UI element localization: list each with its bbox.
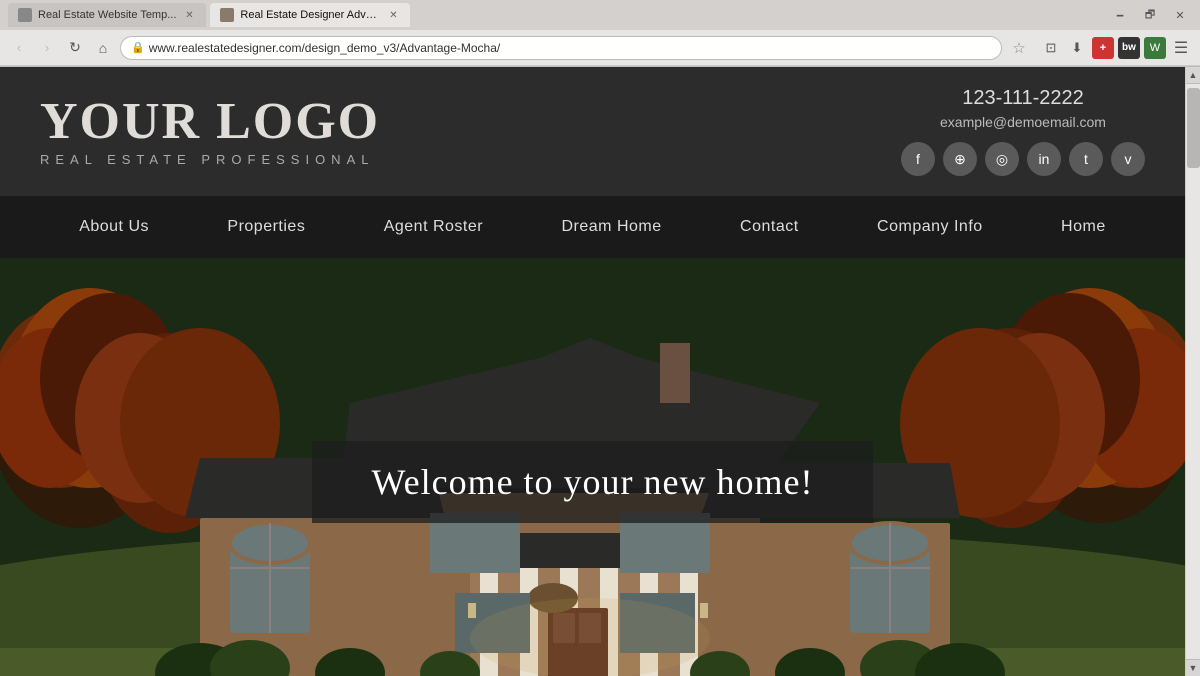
site-header: YOUR LOGO REAL ESTATE PROFESSIONAL 123-1… (0, 67, 1185, 196)
refresh-button[interactable]: ↻ (64, 37, 86, 59)
screen-icon[interactable]: ⊡ (1040, 37, 1062, 59)
nav-item-contact[interactable]: Contact (724, 210, 815, 244)
facebook-icon[interactable]: f (901, 142, 935, 176)
instagram-icon[interactable]: ◎ (985, 142, 1019, 176)
home-button[interactable]: ⌂ (92, 37, 114, 59)
scroll-down-arrow[interactable]: ▼ (1186, 659, 1200, 676)
menu-button[interactable]: ☰ (1170, 37, 1192, 59)
tab-1[interactable]: Real Estate Website Temp... ✕ (8, 3, 206, 27)
nav-item-properties[interactable]: Properties (211, 210, 321, 244)
scrollbar[interactable]: ▲ ▼ (1185, 67, 1200, 676)
nav-item-about[interactable]: About Us (63, 210, 165, 244)
tab-2[interactable]: Real Estate Designer Adva... ✕ (210, 3, 410, 27)
bw-icon[interactable]: bw (1118, 37, 1140, 59)
phone-number: 123-111-2222 (901, 87, 1145, 110)
page-container: ▲ ▼ YOUR LOGO REAL ESTATE PROFESSIONAL 1… (0, 67, 1200, 676)
nav-items: About Us Properties Agent Roster Dream H… (40, 210, 1145, 244)
back-button[interactable]: ‹ (8, 37, 30, 59)
nav-item-home[interactable]: Home (1045, 210, 1122, 244)
email-address: example@demoemail.com (901, 114, 1145, 130)
scroll-up-arrow[interactable]: ▲ (1186, 67, 1200, 84)
tab-2-label: Real Estate Designer Adva... (240, 9, 380, 21)
close-button[interactable]: ✕ (1168, 3, 1192, 27)
nav-item-company-info[interactable]: Company Info (861, 210, 999, 244)
website: YOUR LOGO REAL ESTATE PROFESSIONAL 123-1… (0, 67, 1185, 676)
vimeo-icon[interactable]: v (1111, 142, 1145, 176)
scroll-track[interactable] (1186, 84, 1200, 659)
hero-title: Welcome to your new home! (372, 461, 814, 503)
minimize-button[interactable]: 🗕 (1108, 3, 1132, 27)
hero-section: Welcome to your new home! (0, 258, 1185, 676)
logo-subtitle: REAL ESTATE PROFESSIONAL (40, 152, 380, 167)
social-icons: f ⊕ ◎ in t v (901, 142, 1145, 176)
linkedin-icon[interactable]: in (1027, 142, 1061, 176)
browser-chrome: Real Estate Website Temp... ✕ Real Estat… (0, 0, 1200, 67)
forward-button[interactable]: › (36, 37, 58, 59)
window-controls: 🗕 🗗 ✕ (1108, 3, 1192, 27)
scroll-thumb[interactable] (1187, 88, 1200, 168)
logo-area: YOUR LOGO REAL ESTATE PROFESSIONAL (40, 96, 380, 167)
nav-item-dream-home[interactable]: Dream Home (545, 210, 677, 244)
hero-overlay: Welcome to your new home! (312, 441, 874, 523)
flickr-icon[interactable]: ⊕ (943, 142, 977, 176)
ext-icon[interactable]: W (1144, 37, 1166, 59)
maximize-button[interactable]: 🗗 (1138, 3, 1162, 27)
download-icon[interactable]: ⬇ (1066, 37, 1088, 59)
url-text: www.realestatedesigner.com/design_demo_v… (149, 41, 501, 55)
tab-2-close[interactable]: ✕ (386, 8, 400, 22)
lock-icon: 🔒 (131, 41, 145, 54)
url-bar[interactable]: 🔒 www.realestatedesigner.com/design_demo… (120, 36, 1002, 60)
address-bar-row: ‹ › ↻ ⌂ 🔒 www.realestatedesigner.com/des… (0, 30, 1200, 66)
tab-1-favicon (18, 8, 32, 22)
site-nav: About Us Properties Agent Roster Dream H… (0, 196, 1185, 258)
tab-1-label: Real Estate Website Temp... (38, 9, 176, 21)
plus-icon[interactable]: + (1092, 37, 1114, 59)
tab-1-close[interactable]: ✕ (182, 8, 196, 22)
tab-2-favicon (220, 8, 234, 22)
nav-item-agent-roster[interactable]: Agent Roster (368, 210, 499, 244)
contact-area: 123-111-2222 example@demoemail.com f ⊕ ◎… (901, 87, 1145, 176)
twitter-icon[interactable]: t (1069, 142, 1103, 176)
title-bar: Real Estate Website Temp... ✕ Real Estat… (0, 0, 1200, 30)
bookmark-star[interactable]: ☆ (1008, 37, 1030, 59)
logo-text: YOUR LOGO (40, 96, 380, 148)
